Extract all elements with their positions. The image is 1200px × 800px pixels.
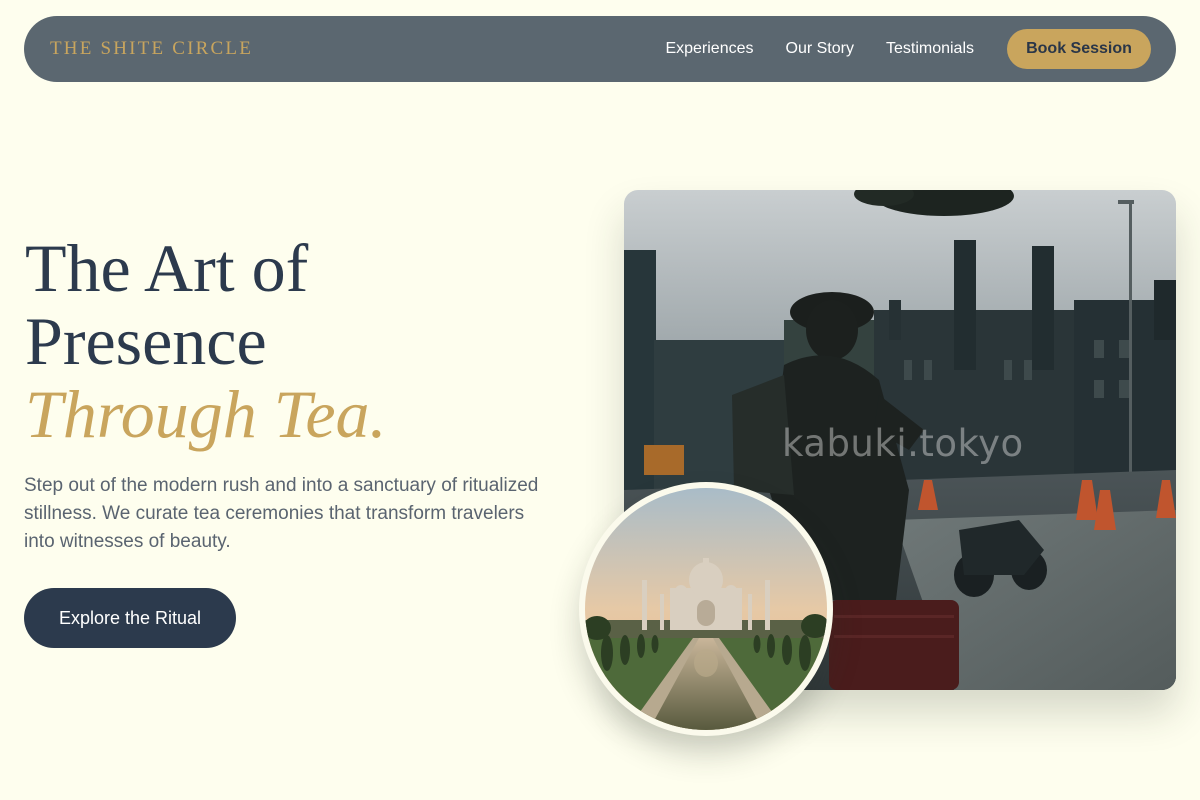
nav-link-testimonials[interactable]: Testimonials [886, 40, 974, 58]
book-session-button[interactable]: Book Session [1007, 29, 1151, 69]
taj-mahal-photo-inner [585, 488, 827, 730]
hero-description: Step out of the modern rush and into a s… [24, 475, 539, 552]
hero-title-accent: Through Tea. [25, 376, 387, 452]
landing-page: THE SHITE CIRCLE Experiences Our Story T… [0, 0, 1200, 800]
nav-link-experiences[interactable]: Experiences [665, 40, 753, 58]
hero-title-line-1: The Art of [25, 230, 309, 306]
nav-menu: Experiences Our Story Testimonials Book … [665, 29, 1151, 69]
taj-mahal-photo [579, 482, 833, 736]
brand-logo[interactable]: THE SHITE CIRCLE [50, 38, 253, 60]
explore-ritual-button[interactable]: Explore the Ritual [24, 588, 236, 648]
nav-link-our-story[interactable]: Our Story [786, 40, 854, 58]
hero-title: The Art of Presence Through Tea. [25, 232, 387, 451]
hero-title-line-2: Presence [25, 303, 267, 379]
photo-watermark: kabuki.tokyo [782, 422, 1024, 465]
top-navigation: THE SHITE CIRCLE Experiences Our Story T… [24, 16, 1176, 82]
